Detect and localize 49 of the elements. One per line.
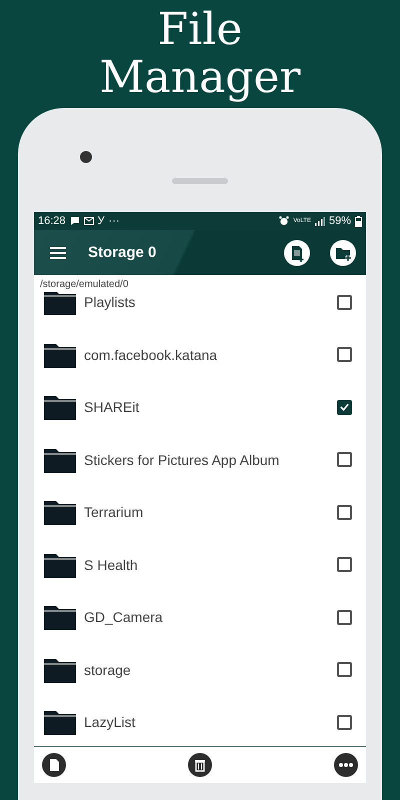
checkbox[interactable] [337, 452, 352, 468]
folder-icon [44, 446, 76, 473]
signal-icon [314, 216, 325, 226]
chat-icon [70, 216, 80, 226]
folder-icon [44, 604, 76, 630]
folder-name[interactable]: GD_Camera [84, 609, 329, 626]
checkbox[interactable] [337, 504, 352, 520]
checkbox[interactable] [337, 610, 352, 625]
new-folder-icon[interactable] [330, 240, 356, 266]
folder-icon [44, 394, 76, 420]
copy-icon[interactable] [42, 753, 66, 777]
battery-icon [355, 216, 362, 226]
more-icon[interactable] [334, 753, 358, 777]
folder-name[interactable]: LazyList [84, 714, 329, 730]
checkbox[interactable] [337, 662, 352, 678]
battery-percent: 59% [328, 215, 351, 227]
check-icon [339, 401, 350, 414]
trash-icon[interactable] [188, 753, 212, 777]
folder-name[interactable]: Terrarium [84, 504, 329, 520]
more-notifications: ··· [108, 215, 120, 227]
app-title: Storage 0 [88, 244, 158, 261]
checkbox[interactable] [337, 347, 352, 362]
folder-icon [44, 499, 76, 526]
menu-icon[interactable] [50, 246, 66, 258]
folder-name[interactable]: Playlists [84, 294, 329, 310]
folder-icon [44, 656, 76, 683]
folder-icon [44, 552, 76, 578]
new-file-icon[interactable] [284, 240, 310, 266]
folder-name[interactable]: S Health [84, 556, 329, 573]
folder-icon [44, 709, 76, 736]
alarm-icon [279, 216, 290, 226]
folder-name[interactable]: SHAREit [84, 399, 329, 416]
folder-icon [44, 342, 76, 368]
folder-icon [44, 292, 76, 316]
headline-text: Manager [99, 54, 301, 102]
checkbox[interactable] [337, 400, 352, 415]
folder-name[interactable]: com.facebook.katana [84, 346, 329, 363]
mail-icon [84, 217, 94, 225]
status-time: 16:28 [38, 215, 66, 227]
checkbox[interactable] [337, 714, 352, 730]
camera-icon [80, 151, 92, 163]
app-mark: У [98, 215, 105, 227]
headline-text: File [158, 6, 242, 54]
folder-name[interactable]: Stickers for Pictures App Album [84, 452, 329, 468]
speaker-icon [172, 178, 228, 184]
folder-name[interactable]: storage [84, 662, 329, 678]
checkbox[interactable] [337, 294, 352, 310]
checkbox[interactable] [337, 557, 352, 572]
path-label: /storage/emulated/0 [39, 278, 130, 292]
